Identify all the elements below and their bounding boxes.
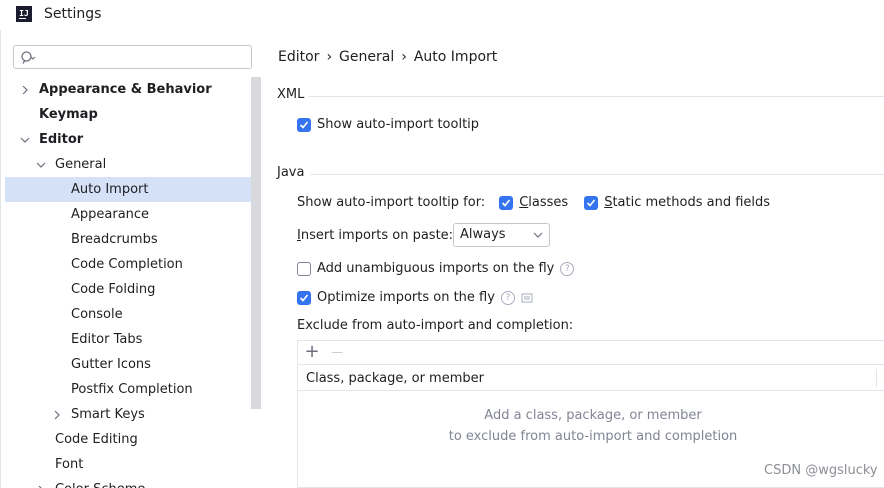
- tree-item-label: Smart Keys: [71, 407, 145, 422]
- classes-label[interactable]: Classes: [519, 195, 568, 210]
- tree-item-label: Breadcrumbs: [71, 232, 158, 247]
- chevron-down-icon[interactable]: [35, 152, 47, 177]
- search-input[interactable]: [40, 48, 240, 66]
- chevron-right-icon[interactable]: [19, 77, 31, 102]
- section-divider: [310, 174, 884, 175]
- empty-line-1: Add a class, package, or member: [484, 408, 702, 423]
- column-divider: [876, 369, 877, 387]
- tree-item-postfix-completion[interactable]: Postfix Completion: [1, 377, 251, 402]
- tree-item-label: Code Completion: [71, 257, 183, 272]
- insert-on-paste-label: Insert imports on paste:: [297, 228, 454, 243]
- tree-item-label: Gutter Icons: [71, 357, 151, 372]
- dropdown-value: Always: [460, 227, 506, 242]
- tree-item-label: Appearance: [71, 207, 150, 222]
- optimize-imports-label: Optimize imports on the fly: [317, 290, 495, 305]
- tree-item-appearance[interactable]: Appearance: [1, 202, 251, 227]
- static-methods-label[interactable]: Static methods and fields: [604, 195, 770, 210]
- java-tooltip-for-row: Show auto-import tooltip for: Classes St…: [297, 195, 770, 210]
- tree-item-label: General: [55, 157, 107, 172]
- unambiguous-imports-option[interactable]: Add unambiguous imports on the fly ?: [297, 261, 575, 276]
- remove-icon[interactable]: —: [329, 345, 345, 361]
- chevron-down-icon[interactable]: [19, 127, 31, 152]
- tree-item-breadcrumbs[interactable]: Breadcrumbs: [1, 227, 251, 252]
- watermark: CSDN @wgslucky: [764, 463, 878, 478]
- tree-item-auto-import[interactable]: Auto Import: [5, 177, 261, 202]
- settings-content: Editor › General › Auto Import XML Show auto…: [262, 30, 884, 488]
- unambiguous-imports-label: Add unambiguous imports on the fly: [317, 261, 555, 276]
- tree-item-editor[interactable]: Editor: [1, 127, 251, 152]
- tree-item-console[interactable]: Console: [1, 302, 251, 327]
- add-icon[interactable]: +: [304, 343, 320, 361]
- tree-item-label: Keymap: [39, 107, 98, 122]
- breadcrumb: Editor › General › Auto Import: [278, 49, 497, 65]
- tree-item-label: Editor Tabs: [71, 332, 143, 347]
- breadcrumb-auto-import: Auto Import: [413, 49, 498, 65]
- section-divider: [308, 96, 884, 97]
- window-title: Settings: [44, 6, 102, 22]
- xml-show-tooltip-label: Show auto-import tooltip: [317, 117, 480, 132]
- tree-item-label: Console: [71, 307, 123, 322]
- chevron-down-icon: [533, 232, 543, 238]
- checkbox-checked-icon[interactable]: [297, 117, 311, 132]
- help-icon[interactable]: ?: [560, 261, 575, 276]
- chevron-right-icon[interactable]: [51, 402, 63, 427]
- column-header[interactable]: Class, package, or member: [306, 371, 484, 386]
- help-icon[interactable]: ?: [500, 290, 515, 305]
- tree-item-smart-keys[interactable]: Smart Keys: [1, 402, 251, 427]
- java-tooltip-for-label: Show auto-import tooltip for:: [297, 195, 486, 210]
- tree-item-color-scheme[interactable]: Color Scheme: [1, 477, 251, 488]
- xml-show-tooltip-option[interactable]: Show auto-import tooltip: [297, 117, 479, 132]
- tree-item-label: Code Editing: [55, 432, 138, 447]
- tree-item-code-editing[interactable]: Code Editing: [1, 427, 251, 452]
- section-title-java: Java: [277, 165, 305, 180]
- tree-item-gutter-icons[interactable]: Gutter Icons: [1, 352, 251, 377]
- checkbox-checked-icon[interactable]: [297, 290, 311, 305]
- section-title-xml: XML: [277, 87, 305, 102]
- tree-item-label: Font: [55, 457, 84, 472]
- static-methods-checkbox[interactable]: [584, 195, 599, 210]
- tree-item-label: Editor: [39, 132, 84, 147]
- settings-sidebar: Appearance & Behavior Keymap Editor Gene…: [0, 30, 262, 488]
- tree-item-code-folding[interactable]: Code Folding: [1, 277, 251, 302]
- tree-item-label: Postfix Completion: [71, 382, 193, 397]
- title-bar: IJ Settings: [0, 0, 884, 30]
- table-toolbar: + —: [298, 341, 884, 365]
- checkbox-unchecked-icon[interactable]: [297, 261, 311, 276]
- project-scope-icon[interactable]: [521, 292, 533, 304]
- exclude-label: Exclude from auto-import and completion:: [297, 318, 574, 333]
- sidebar-scrollbar[interactable]: [251, 77, 261, 409]
- tree-item-code-completion[interactable]: Code Completion: [1, 252, 251, 277]
- tree-item-label: Auto Import: [71, 182, 149, 197]
- tree-item-general[interactable]: General: [1, 152, 251, 177]
- empty-line-2: to exclude from auto-import and completi…: [448, 429, 738, 444]
- breadcrumb-separator: ›: [326, 49, 333, 65]
- tree-item-font[interactable]: Font: [1, 452, 251, 477]
- insert-on-paste-dropdown[interactable]: Always: [453, 223, 550, 247]
- intellij-logo-icon: IJ: [16, 6, 32, 22]
- search-icon: [21, 51, 36, 64]
- tree-item-editor-tabs[interactable]: Editor Tabs: [1, 327, 251, 352]
- tree-item-label: Color Scheme: [55, 477, 145, 488]
- chevron-right-icon[interactable]: [35, 477, 47, 488]
- table-header: Class, package, or member: [298, 365, 884, 391]
- tree-item-label: Code Folding: [71, 282, 156, 297]
- breadcrumb-separator: ›: [401, 49, 407, 65]
- table-empty-text: Add a class, package, or member to exclu…: [298, 405, 884, 447]
- optimize-imports-option[interactable]: Optimize imports on the fly ?: [297, 290, 533, 305]
- classes-checkbox[interactable]: [499, 195, 514, 210]
- tree-item-appearance-behavior[interactable]: Appearance & Behavior: [1, 77, 251, 102]
- tree-item-label: Appearance & Behavior: [39, 82, 212, 97]
- search-field[interactable]: [13, 45, 252, 69]
- tree-item-keymap[interactable]: Keymap: [1, 102, 251, 127]
- breadcrumb-editor[interactable]: Editor: [278, 49, 319, 65]
- breadcrumb-general[interactable]: General: [339, 49, 394, 65]
